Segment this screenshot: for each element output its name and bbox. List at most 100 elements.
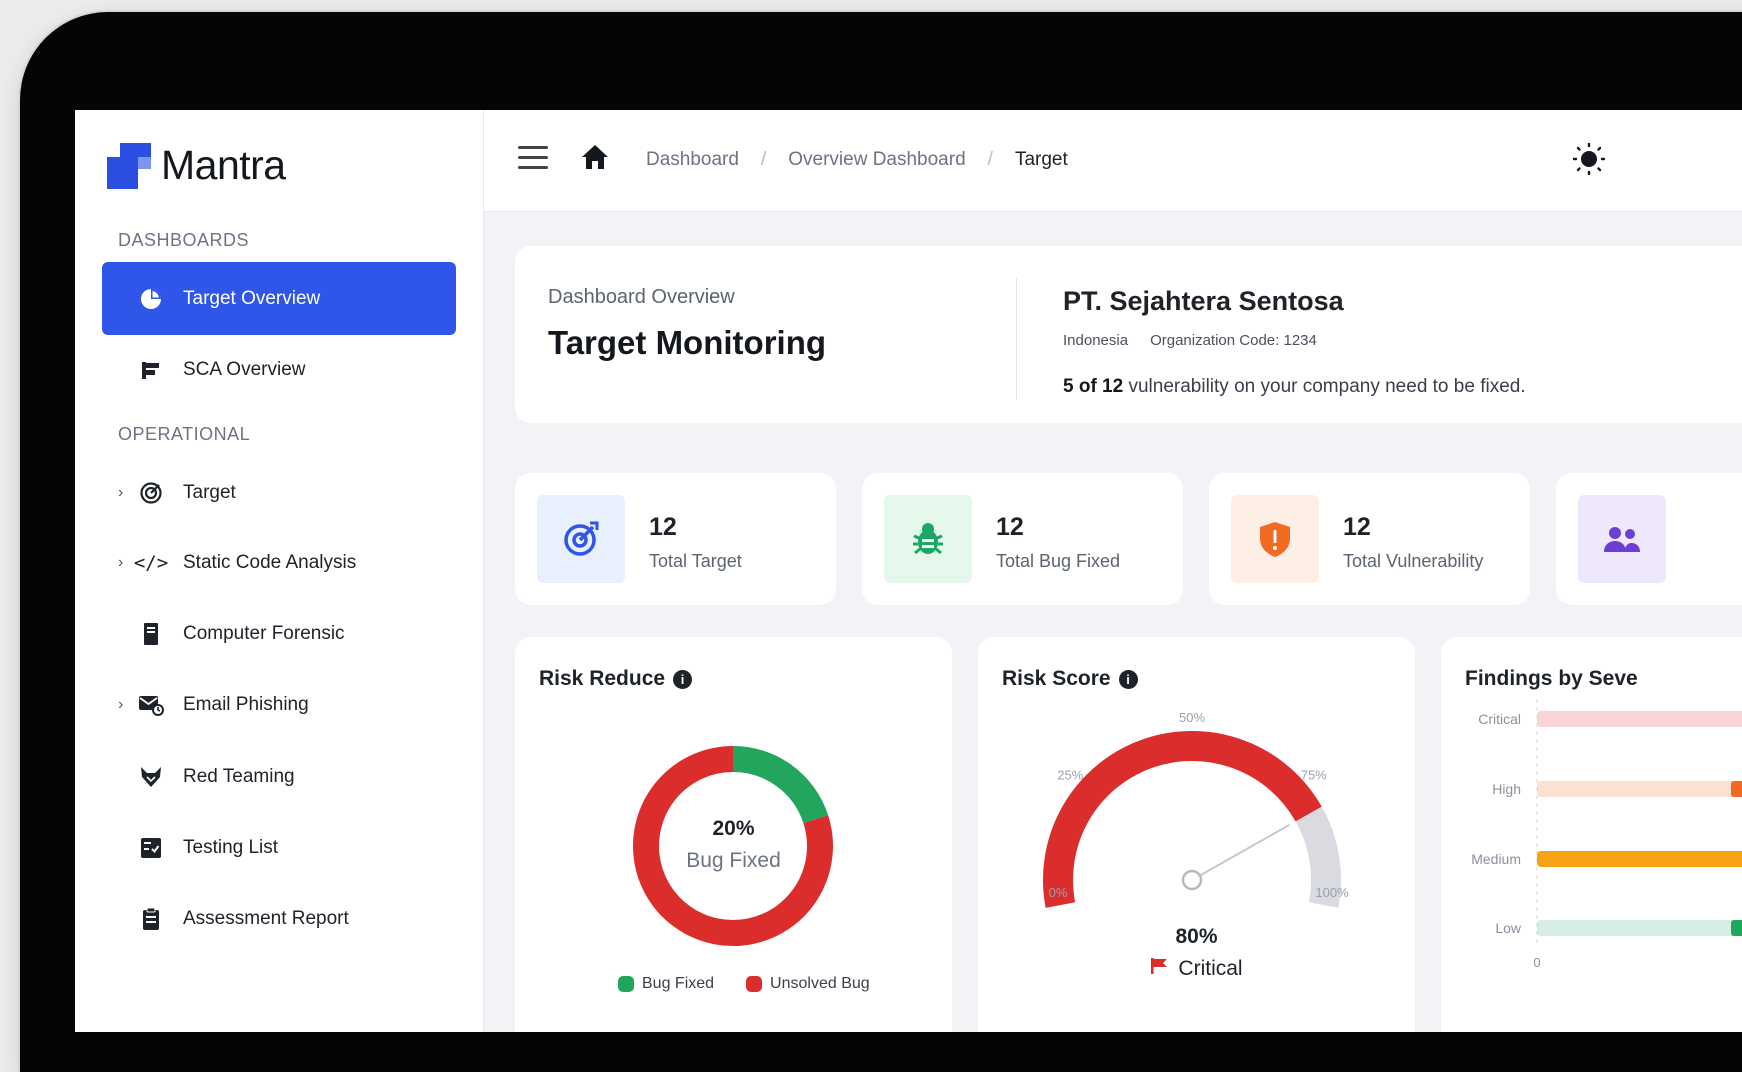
mail-icon <box>138 692 164 718</box>
risk-score-value: 80% <box>1175 925 1218 948</box>
sidebar-item-email-phishing[interactable]: › Email Phishing <box>102 668 456 741</box>
findings-bar-high-value[interactable] <box>1731 781 1742 797</box>
findings-axis-zero: 0 <box>1533 955 1540 970</box>
stat-value: 12 <box>1343 513 1371 541</box>
chevron-right-icon: › <box>118 553 124 571</box>
breadcrumb: Dashboard / Overview Dashboard / Target <box>646 149 1068 171</box>
organization-code: Organization Code: 1234 <box>1150 332 1317 349</box>
legend-swatch <box>618 976 634 992</box>
risk-level: Critical <box>978 957 1415 981</box>
breadcrumb-dashboard[interactable]: Dashboard <box>646 149 739 171</box>
legend-label: Unsolved Bug <box>770 975 870 992</box>
section-operational: OPERATIONAL <box>118 424 251 444</box>
chevron-right-icon: › <box>118 483 124 501</box>
vulnerability-text: vulnerability on your company need to be… <box>1123 376 1526 397</box>
gauge-needle <box>1191 823 1290 881</box>
sidebar-item-testing-list[interactable]: Testing List <box>102 811 456 884</box>
risk-level-label: Critical <box>1178 957 1243 980</box>
stat-card-users[interactable] <box>1556 473 1742 605</box>
clipboard-icon <box>138 906 164 932</box>
breadcrumb-target: Target <box>1014 149 1068 170</box>
theme-toggle-sun-icon[interactable] <box>1572 142 1606 181</box>
stat-label: Total Target <box>649 551 742 571</box>
sidebar-item-computer-forensic[interactable]: Computer Forensic <box>102 597 456 670</box>
sidebar-item-sca-overview[interactable]: SCA Overview <box>102 333 456 406</box>
vulnerability-count: 5 of 12 <box>1063 376 1124 397</box>
shield-alert-icon <box>1231 495 1319 583</box>
findings-category-label: Critical <box>1478 711 1521 727</box>
divider <box>1016 278 1017 400</box>
legend-label: Bug Fixed <box>642 975 715 992</box>
sca-icon <box>138 357 164 383</box>
vulnerability-message: 5 of 12 vulnerability on your company ne… <box>1063 376 1526 398</box>
top-bar: Dashboard / Overview Dashboard / Target <box>484 110 1742 212</box>
stat-value: 12 <box>996 513 1024 541</box>
gauge-tick-label: 25% <box>1057 767 1083 782</box>
hamburger-menu-icon[interactable] <box>518 146 548 170</box>
risk-reduce-legend: Bug Fixed Unsolved Bug <box>618 975 870 993</box>
company-meta: Indonesia Organization Code: 1234 <box>1063 332 1317 349</box>
stat-label: Total Bug Fixed <box>996 551 1121 571</box>
gauge-needle-hub <box>1181 869 1203 891</box>
sidebar-item-label: Red Teaming <box>183 765 295 787</box>
sidebar-item-label: Static Code Analysis <box>183 551 357 573</box>
stat-label: Total Vulnerability <box>1343 551 1484 571</box>
gauge-tick-label: 75% <box>1301 767 1327 782</box>
legend-item-bug-fixed: Bug Fixed <box>618 975 714 993</box>
sidebar-item-label: Target <box>183 481 236 503</box>
findings-bar-medium[interactable] <box>1537 851 1742 867</box>
gauge-tick-label: 0% <box>1049 885 1068 900</box>
company-name: PT. Sejahtera Sentosa <box>1063 286 1344 316</box>
brand-logo[interactable]: Mantra <box>107 142 286 189</box>
sidebar-item-label: Testing List <box>183 836 279 858</box>
findings-bar-low-value[interactable] <box>1731 920 1742 936</box>
sidebar-item-static-code-analysis[interactable]: › </> Static Code Analysis <box>102 526 456 599</box>
breadcrumb-separator: / <box>987 149 993 170</box>
sidebar: Mantra DASHBOARDS Target Overview SCA Ov… <box>75 110 484 1032</box>
sidebar-item-target-overview[interactable]: Target Overview <box>102 262 456 335</box>
sidebar-item-target[interactable]: › Target <box>102 456 456 529</box>
section-dashboards: DASHBOARDS <box>118 230 250 250</box>
sidebar-item-assessment-report[interactable]: Assessment Report <box>102 882 456 955</box>
device-icon <box>138 621 164 647</box>
findings-category-label: High <box>1492 781 1521 797</box>
home-icon[interactable] <box>580 142 610 177</box>
mantra-logo-icon <box>107 142 151 189</box>
breadcrumb-overview-dashboard[interactable]: Overview Dashboard <box>788 149 965 171</box>
findings-bar-critical[interactable] <box>1537 711 1742 727</box>
findings-by-severity-card: Findings by Seve Critical High Medium Low 0 <box>1441 637 1742 1032</box>
code-icon: </> <box>133 551 169 574</box>
sidebar-item-red-teaming[interactable]: Red Teaming <box>102 740 456 813</box>
legend-item-unsolved-bug: Unsolved Bug <box>746 975 870 993</box>
findings-bar-low[interactable] <box>1537 920 1742 936</box>
legend-swatch <box>746 976 763 992</box>
findings-bar-high[interactable] <box>1537 781 1742 797</box>
users-icon <box>1578 495 1666 583</box>
stat-card-total-bug-fixed[interactable]: 12 Total Bug Fixed <box>862 473 1183 605</box>
breadcrumb-separator: / <box>760 149 767 170</box>
overview-subtitle: Dashboard Overview <box>548 286 735 308</box>
page-title: Target Monitoring <box>548 324 827 361</box>
chevron-right-icon: › <box>118 695 124 713</box>
overview-card: Dashboard Overview Target Monitoring PT.… <box>515 246 1742 423</box>
donut-slice-bug-fixed[interactable] <box>732 746 829 824</box>
pie-chart-icon <box>138 286 164 312</box>
risk-reduce-card: Risk Reduce i 20% Bug Fixed Bug Fixed Un… <box>515 637 952 1032</box>
sidebar-item-label: SCA Overview <box>183 358 306 380</box>
flag-icon <box>1150 957 1168 981</box>
checklist-icon <box>138 835 164 861</box>
donut-center-label: Bug Fixed <box>686 849 781 872</box>
stat-card-total-vulnerability[interactable]: 12 Total Vulnerability <box>1209 473 1530 605</box>
findings-category-label: Low <box>1495 920 1522 936</box>
sidebar-item-label: Target Overview <box>183 287 321 309</box>
target-icon <box>537 495 625 583</box>
gauge-tick-label: 50% <box>1179 710 1205 725</box>
sidebar-item-label: Assessment Report <box>183 907 349 929</box>
findings-category-label: Medium <box>1471 851 1521 867</box>
risk-score-card: Risk Score i 0% 25% 50% 75% 100% 80% Critica… <box>978 637 1415 1032</box>
gauge-tick-label: 100% <box>1315 885 1349 900</box>
brand-name: Mantra <box>161 142 286 188</box>
stat-card-total-target[interactable]: 12 Total Target <box>515 473 836 605</box>
donut-center-value: 20% <box>712 817 755 840</box>
sidebar-item-label: Computer Forensic <box>183 622 345 644</box>
